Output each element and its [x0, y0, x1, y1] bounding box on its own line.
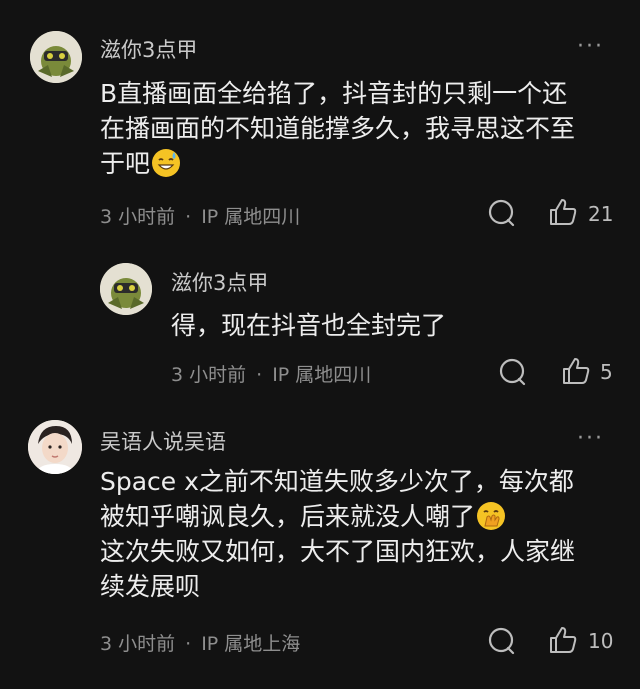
- like-icon[interactable]: [561, 356, 591, 386]
- like-count: 10: [588, 629, 614, 653]
- sweat-smile-emoji: [152, 149, 181, 177]
- avatar[interactable]: [30, 31, 82, 83]
- avatar-image: [30, 31, 82, 83]
- comment-text: 得，现在抖音也全封完了: [171, 308, 446, 343]
- comment-meta: 3 小时前 · IP 属地四川: [171, 360, 371, 387]
- comment-line: 这次失败又如何，大不了国内狂欢，人家继: [100, 537, 576, 566]
- comment-1: 滋你3点甲 ··· B直播画面全给掐了，抖音封的只剩一个还 在播画面的不知道能撑…: [0, 0, 640, 240]
- like-icon[interactable]: [548, 625, 578, 655]
- more-options-icon[interactable]: ···: [577, 426, 604, 451]
- comment-text: B直播画面全给掐了，抖音封的只剩一个还 在播画面的不知道能撑多久，我寻思这不至 …: [100, 76, 575, 181]
- comment-3: 吴语人说吴语 ··· Space x之前不知道失败多少次了，每次都 被知乎嘲讽良…: [0, 400, 640, 689]
- comment-line: 于吧: [100, 146, 575, 181]
- timestamp: 3 小时前: [171, 364, 247, 386]
- avatar-image: [28, 420, 82, 474]
- reply-icon[interactable]: [486, 626, 516, 656]
- separator: ·: [185, 206, 192, 228]
- comment-line: 在播画面的不知道能撑多久，我寻思这不至: [100, 114, 576, 143]
- separator: ·: [185, 633, 192, 655]
- reply-icon[interactable]: [486, 198, 516, 228]
- comment-meta: 3 小时前 · IP 属地上海: [100, 629, 300, 656]
- username[interactable]: 吴语人说吴语: [100, 426, 226, 456]
- like-count: 21: [588, 202, 614, 226]
- avatar[interactable]: [28, 420, 82, 474]
- avatar[interactable]: [100, 263, 152, 315]
- ip-location: IP 属地上海: [201, 633, 301, 655]
- more-options-icon[interactable]: ···: [577, 34, 604, 59]
- reply-icon[interactable]: [497, 357, 527, 387]
- comment-line: B直播画面全给掐了，抖音封的只剩一个还: [100, 79, 568, 108]
- timestamp: 3 小时前: [100, 206, 176, 228]
- like-count: 5: [600, 360, 613, 384]
- timestamp: 3 小时前: [100, 633, 176, 655]
- ip-location: IP 属地四川: [201, 206, 301, 228]
- separator: ·: [256, 364, 263, 386]
- comment-line: 被知乎嘲讽良久，后来就没人嘲了: [100, 499, 575, 534]
- username[interactable]: 滋你3点甲: [171, 267, 268, 297]
- comment-line: 续发展呗: [100, 572, 201, 601]
- comment-2-reply: 滋你3点甲 得，现在抖音也全封完了 3 小时前 · IP 属地四川 5: [0, 240, 640, 400]
- comment-line: Space x之前不知道失败多少次了，每次都: [100, 467, 574, 496]
- username[interactable]: 滋你3点甲: [100, 34, 197, 64]
- comment-line: 得，现在抖音也全封完了: [171, 311, 447, 340]
- ip-location: IP 属地四川: [272, 364, 372, 386]
- hand-over-mouth-emoji: [477, 502, 506, 530]
- avatar-image: [100, 263, 152, 315]
- comment-text: Space x之前不知道失败多少次了，每次都 被知乎嘲讽良久，后来就没人嘲了 这…: [100, 464, 575, 604]
- comment-meta: 3 小时前 · IP 属地四川: [100, 202, 300, 229]
- like-icon[interactable]: [548, 197, 578, 227]
